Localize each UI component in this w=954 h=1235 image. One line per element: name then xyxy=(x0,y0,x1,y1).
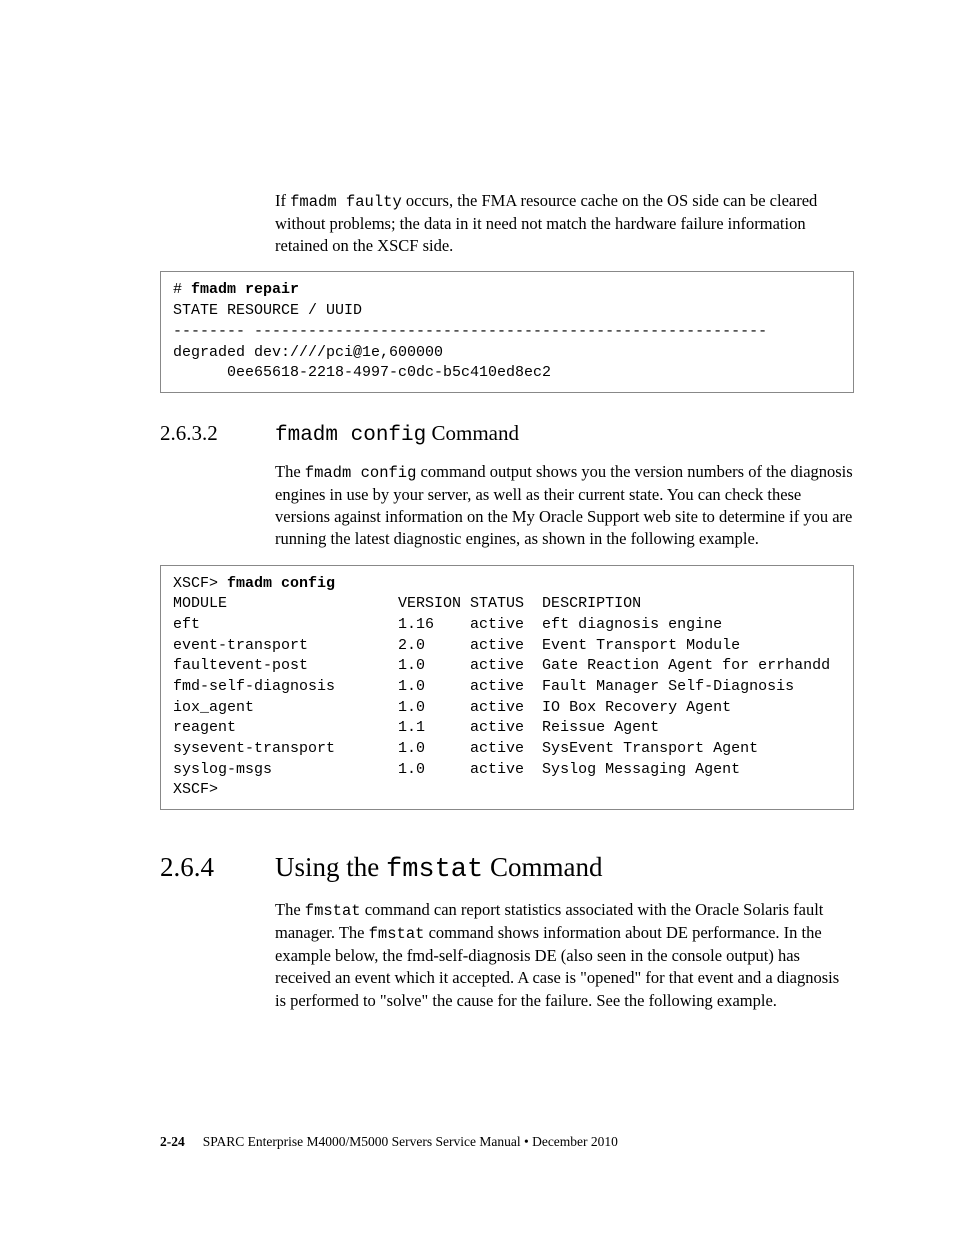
text: Command xyxy=(483,852,602,882)
code-line: eft 1.16 active eft diagnosis engine xyxy=(173,616,722,633)
text: Command xyxy=(426,421,519,445)
inline-code: fmadm faulty xyxy=(290,193,402,211)
section-number: 2.6.3.2 xyxy=(160,421,275,446)
inline-code: fmadm config xyxy=(275,424,426,447)
code-line: iox_agent 1.0 active IO Box Recovery Age… xyxy=(173,699,731,716)
section-number: 2.6.4 xyxy=(160,852,275,883)
text: The xyxy=(275,462,305,481)
command: fmadm config xyxy=(227,575,335,592)
code-line: degraded dev:////pci@1e,600000 xyxy=(173,344,443,361)
prompt: XSCF> xyxy=(173,575,227,592)
section-title: fmadm config Command xyxy=(275,421,519,447)
text: If xyxy=(275,191,290,210)
code-line: sysevent-transport 1.0 active SysEvent T… xyxy=(173,740,758,757)
inline-code: fmadm config xyxy=(305,464,417,482)
code-box-fmadm-repair: # fmadm repair STATE RESOURCE / UUID ---… xyxy=(160,271,854,392)
code-line: faultevent-post 1.0 active Gate Reaction… xyxy=(173,657,830,674)
page-footer: 2-24 SPARC Enterprise M4000/M5000 Servers… xyxy=(160,1134,618,1150)
inline-code: fmstat xyxy=(386,855,483,885)
section-heading-264: 2.6.4 Using the fmstat Command xyxy=(160,852,854,885)
code-line: 0ee65618-2218-4997-c0dc-b5c410ed8ec2 xyxy=(173,364,551,381)
footer-text: SPARC Enterprise M4000/M5000 Servers Ser… xyxy=(203,1134,618,1149)
inline-code: fmstat xyxy=(305,902,361,920)
code-line: -------- -------------------------------… xyxy=(173,323,767,340)
page: If fmadm faulty occurs, the FMA resource… xyxy=(0,0,954,1235)
code-line: XSCF> xyxy=(173,781,218,798)
section-heading-2632: 2.6.3.2 fmadm config Command xyxy=(160,421,854,447)
text: Using the xyxy=(275,852,386,882)
paragraph-fmadm-faulty: If fmadm faulty occurs, the FMA resource… xyxy=(160,190,854,257)
inline-code: fmstat xyxy=(369,925,425,943)
code-line: STATE RESOURCE / UUID xyxy=(173,302,362,319)
code-box-fmadm-config: XSCF> fmadm config MODULE VERSION STATUS… xyxy=(160,565,854,811)
paragraph-fmstat: The fmstat command can report statistics… xyxy=(160,899,854,1012)
text: The xyxy=(275,900,305,919)
section-title: Using the fmstat Command xyxy=(275,852,602,885)
prompt: # xyxy=(173,281,191,298)
paragraph-fmadm-config: The fmadm config command output shows yo… xyxy=(160,461,854,551)
code-line: syslog-msgs 1.0 active Syslog Messaging … xyxy=(173,761,740,778)
command: fmadm repair xyxy=(191,281,299,298)
page-number: 2-24 xyxy=(160,1134,185,1149)
code-header: MODULE VERSION STATUS DESCRIPTION xyxy=(173,595,641,612)
code-line: fmd-self-diagnosis 1.0 active Fault Mana… xyxy=(173,678,794,695)
code-line: event-transport 2.0 active Event Transpo… xyxy=(173,637,740,654)
code-line: reagent 1.1 active Reissue Agent xyxy=(173,719,659,736)
